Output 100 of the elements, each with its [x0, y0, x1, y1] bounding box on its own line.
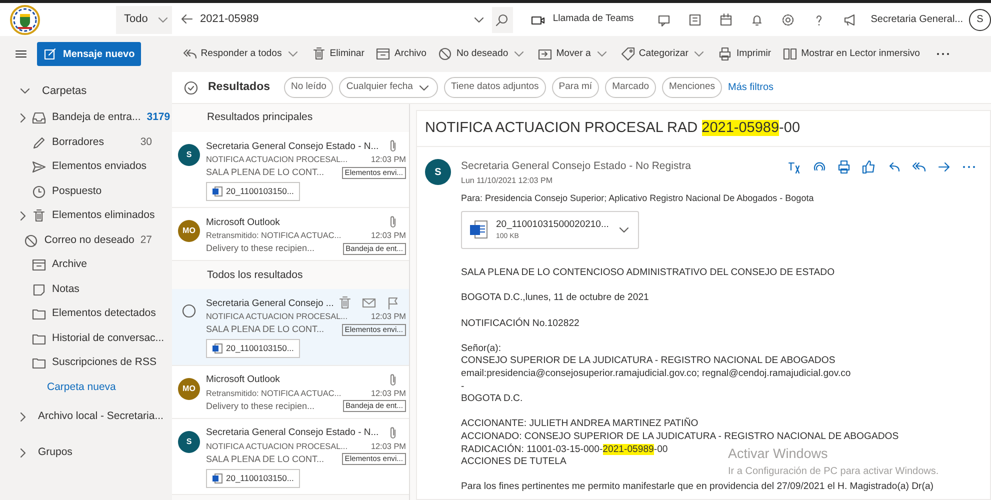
toolbar-button[interactable]: Imprimir: [712, 41, 778, 67]
user-name[interactable]: Secretaria General...: [870, 12, 963, 27]
attachment-chip[interactable]: 20_1100103150...: [206, 339, 300, 358]
printer-icon[interactable]: [837, 160, 851, 174]
message-sender: Microsoft Outlook: [206, 216, 280, 229]
body-text: Señor(a):: [461, 342, 502, 356]
filter-chip[interactable]: Marcado: [605, 77, 656, 98]
new-message-button[interactable]: Mensaje nuevo: [37, 42, 141, 66]
new-folder-link[interactable]: Carpeta nueva: [47, 380, 116, 396]
sender-name: Secretaria General Consejo Estado - No Registra: [461, 159, 691, 174]
scope-dropdown[interactable]: Todo: [116, 6, 172, 34]
reply-all-icon[interactable]: [912, 160, 926, 174]
tag-icon: [620, 47, 635, 61]
folder-item[interactable]: Historial de conversac...: [0, 326, 172, 351]
calendar-icon[interactable]: [718, 12, 733, 26]
back-arrow-icon[interactable]: [180, 12, 194, 26]
document-icon[interactable]: [688, 12, 702, 26]
body-text: email:presidencia@consejosuperior.ramajudicial.gov.co; regnal@cendoj.ramajudicial.gov.co: [461, 368, 852, 381]
body-text: BOGOTA D.C.: [461, 393, 524, 406]
filter-chip[interactable]: No leído: [284, 77, 334, 98]
toolbar-button[interactable]: No deseado: [432, 41, 532, 67]
toolbar-button[interactable]: Mover a: [532, 41, 615, 67]
folder-item[interactable]: Pospuesto: [0, 180, 172, 204]
filter-chip[interactable]: Menciones: [662, 77, 722, 98]
more-icon[interactable]: [962, 164, 976, 169]
word-file-icon: [470, 220, 488, 240]
more-filters-link[interactable]: Más filtros: [728, 80, 774, 95]
sender-avatar: S: [425, 159, 451, 185]
filter-chip[interactable]: Para mí: [552, 77, 600, 98]
chat-icon[interactable]: [656, 12, 671, 26]
word-file-icon: [212, 186, 223, 197]
folder-item[interactable]: Suscripciones de RSS: [0, 351, 172, 376]
folder-group[interactable]: Archivo local - Secretaria...: [0, 398, 172, 436]
folder-item[interactable]: Elementos eliminados: [0, 204, 172, 228]
unread-count: 27: [140, 232, 152, 248]
folder-item[interactable]: Archive: [0, 253, 172, 278]
body-text: SALA PLENA DE LO CONTENCIOSO ADMINISTRATIVO DEL CONSEJO DE ESTADO: [461, 267, 836, 280]
printer-icon: [718, 47, 732, 61]
pencil-icon: [32, 136, 46, 150]
toolbar-button[interactable]: Archivo: [370, 41, 432, 67]
search-button[interactable]: [492, 6, 513, 32]
folder-item[interactable]: Correo no deseado 27: [0, 228, 172, 253]
toolbar-button[interactable]: Mostrar en Lector inmersivo: [777, 41, 926, 67]
flag-icon[interactable]: [386, 296, 400, 310]
recipients: Para: Presidencia Consejo Superior; Aplicativo Registro Nacional De Abogados - Bogota: [461, 192, 815, 205]
envelope-icon[interactable]: [362, 296, 376, 310]
trash-icon: [32, 209, 46, 224]
body-text: ACCIONANTE: JULIETH ANDREA MARTINEZ PATIÑO: [461, 418, 700, 431]
settings-icon[interactable]: [780, 12, 795, 26]
body-text: -: [461, 380, 466, 394]
unread-count: 30: [140, 134, 152, 150]
folder-item[interactable]: Elementos detectados: [0, 302, 172, 326]
toolbar-button[interactable]: Eliminar: [306, 41, 370, 67]
message-time: 12:03 PM: [370, 154, 406, 166]
message-time: 12:03 PM: [370, 311, 406, 324]
attachment-chip[interactable]: 20_1100103150...: [206, 182, 300, 201]
avatar: S: [178, 144, 200, 166]
email-subject: NOTIFICA ACTUACION PROCESAL RAD 2021-05989-00: [425, 118, 800, 138]
message-subject: Retransmitido: NOTIFICA ACTUAC...: [206, 230, 342, 242]
results-title: Resultados: [208, 80, 270, 95]
message-preview: Delivery to these recipien...: [206, 242, 315, 256]
forward-icon[interactable]: [937, 160, 951, 174]
blocked-icon: [24, 234, 38, 248]
word-file-icon: [212, 472, 223, 484]
folder-item[interactable]: Elementos enviados: [0, 155, 172, 180]
message-time: 12:03 PM: [370, 440, 406, 453]
attachment-chip[interactable]: 20_1100103150...: [206, 468, 300, 488]
select-all-icon[interactable]: [184, 80, 198, 94]
message-preview: Delivery to these recipien...: [206, 400, 315, 413]
message-subject: NOTIFICA ACTUACION PROCESAL...: [206, 311, 348, 324]
folder-item[interactable]: Bandeja de entra... 3179: [0, 106, 172, 130]
toolbar-button[interactable]: Responder a todos: [176, 41, 306, 67]
folder-item[interactable]: Borradores 30: [0, 130, 172, 155]
user-avatar[interactable]: S: [969, 8, 991, 30]
thumbs-up-icon[interactable]: [862, 160, 876, 174]
unread-count: 3179: [146, 110, 170, 126]
folder-icon: [32, 332, 46, 346]
toolbar-button[interactable]: Categorizar: [614, 41, 712, 67]
message-subject: NOTIFICA ACTUACION PROCESAL...: [206, 154, 348, 166]
filter-chip[interactable]: Cualquier fecha: [339, 77, 438, 98]
trash-icon[interactable]: [338, 296, 352, 310]
filter-chip[interactable]: Tiene datos adjuntos: [444, 77, 546, 98]
notifications-icon[interactable]: [750, 12, 764, 26]
more-icon[interactable]: [936, 52, 950, 56]
select-circle-icon[interactable]: [182, 304, 196, 318]
megaphone-icon[interactable]: [842, 12, 857, 26]
archive-icon: [32, 258, 46, 272]
folder-group[interactable]: Grupos: [0, 434, 172, 472]
folders-header[interactable]: Carpetas: [0, 76, 172, 106]
reply-icon[interactable]: [887, 160, 901, 174]
message-sender: Secretaria General Consejo Estado - N...: [206, 426, 379, 440]
attachment-name: 20_11001031500020210...: [496, 218, 609, 232]
search-icon: [495, 12, 510, 26]
compose-icon: [43, 47, 57, 61]
inbox-icon: [32, 111, 46, 126]
message-preview: SALA PLENA DE LO CONT...: [206, 323, 324, 336]
send-icon: [32, 160, 46, 174]
teams-call-button[interactable]: Llamada de Teams: [524, 6, 640, 32]
folder-item[interactable]: Notas: [0, 278, 172, 302]
message-time: 12:03 PM: [370, 388, 406, 400]
